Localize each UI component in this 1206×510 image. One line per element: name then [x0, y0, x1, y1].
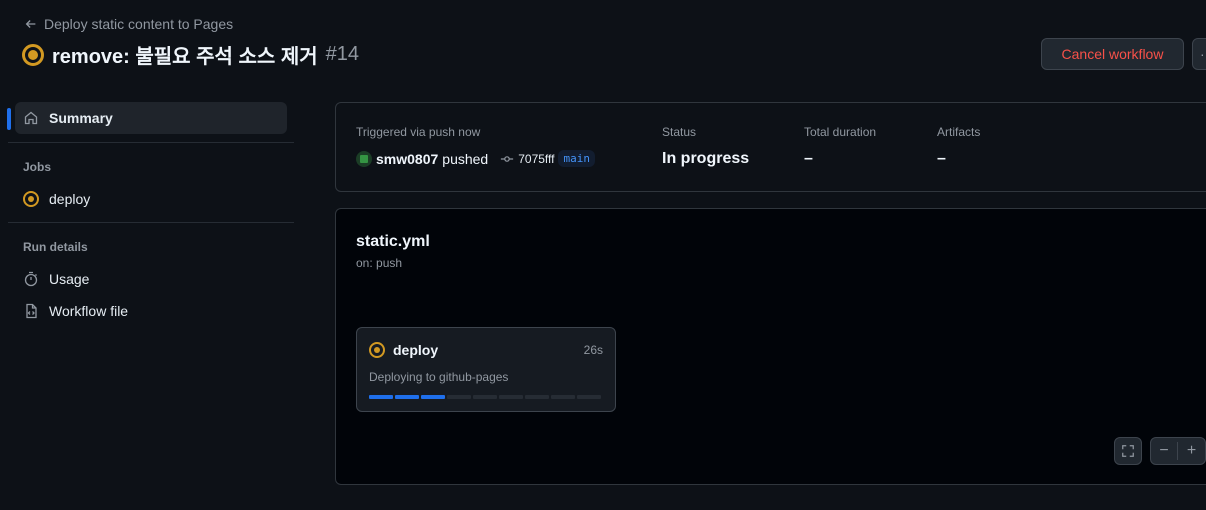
action-text: pushed — [442, 150, 489, 167]
sidebar-item-label: Summary — [49, 110, 113, 126]
progress-segment — [369, 395, 393, 399]
workflow-file-name[interactable]: static.yml — [356, 233, 430, 251]
avatar[interactable] — [356, 150, 372, 167]
workflow-trigger: on: push — [356, 256, 403, 270]
more-options-button[interactable]: ··· — [1192, 38, 1206, 70]
divider — [8, 222, 294, 223]
back-link[interactable]: Deploy static content to Pages — [24, 16, 233, 32]
sidebar-item-summary[interactable]: Summary — [7, 102, 287, 134]
progress-segment — [577, 395, 601, 399]
jobs-section-header: Jobs — [23, 160, 52, 174]
active-indicator — [7, 108, 11, 130]
page-title-row: remove: 불필요 주석 소스 제거 #14 — [22, 40, 359, 69]
fullscreen-button[interactable] — [1114, 437, 1142, 465]
user-link[interactable]: smw0807 — [376, 151, 438, 167]
workflow-graph: static.yml on: push deploy 26s Deploying… — [335, 208, 1206, 485]
job-progress-bar — [369, 395, 601, 399]
run-number: #14 — [325, 43, 360, 65]
job-card-deploy[interactable]: deploy 26s Deploying to github-pages — [356, 327, 616, 412]
progress-segment — [395, 395, 419, 399]
progress-segment — [551, 395, 575, 399]
back-link-label: Deploy static content to Pages — [44, 16, 234, 32]
file-code-icon — [23, 303, 39, 319]
sidebar: Summary Jobs deploy Run details Usage Wo… — [0, 100, 300, 327]
sidebar-item-deploy[interactable]: deploy — [15, 183, 287, 215]
commit-icon — [501, 155, 514, 162]
sidebar-item-label: Workflow file — [49, 303, 129, 319]
status-label: Status — [662, 125, 697, 139]
zoom-in-button[interactable]: + — [1178, 442, 1205, 460]
sidebar-item-label: deploy — [49, 191, 91, 207]
cancel-workflow-button[interactable]: Cancel workflow — [1041, 38, 1184, 70]
duration-label: Total duration — [804, 125, 877, 139]
fullscreen-icon — [1122, 445, 1134, 457]
branch-badge[interactable]: main — [558, 150, 595, 167]
progress-segment — [447, 395, 471, 399]
progress-segment — [421, 395, 445, 399]
zoom-out-button[interactable]: − — [1151, 442, 1178, 460]
in-progress-icon — [369, 342, 385, 358]
page-title: remove: 불필요 주석 소스 제거 — [52, 46, 318, 68]
duration-value: – — [804, 150, 813, 167]
status-value: In progress — [662, 150, 750, 167]
commit-link[interactable]: 7075fff — [500, 152, 554, 166]
run-summary-card: Triggered via push now smw0807 pushed 70… — [335, 102, 1206, 192]
divider — [8, 142, 294, 143]
artifacts-label: Artifacts — [937, 125, 981, 139]
sidebar-item-workflow-file[interactable]: Workflow file — [15, 295, 287, 327]
zoom-controls: − + — [1150, 437, 1206, 465]
progress-segment — [473, 395, 497, 399]
stopwatch-icon — [23, 271, 39, 287]
trigger-info: smw0807 pushed 7075fff main — [356, 150, 595, 167]
progress-segment — [499, 395, 523, 399]
job-header: deploy — [369, 342, 438, 358]
artifacts-value: – — [937, 150, 946, 167]
commit-sha: 7075fff — [518, 151, 555, 166]
sidebar-item-usage[interactable]: Usage — [15, 263, 287, 295]
home-icon — [23, 110, 39, 126]
in-progress-icon — [23, 191, 39, 207]
sidebar-item-label: Usage — [49, 271, 90, 287]
trigger-label: Triggered via push now — [356, 125, 481, 139]
job-current-step: Deploying to github-pages — [369, 370, 509, 384]
in-progress-icon — [22, 43, 44, 66]
job-duration: 26s — [583, 343, 603, 357]
progress-segment — [525, 395, 549, 399]
run-details-section-header: Run details — [23, 240, 88, 254]
job-name: deploy — [393, 342, 439, 358]
arrow-left-icon — [25, 20, 36, 28]
